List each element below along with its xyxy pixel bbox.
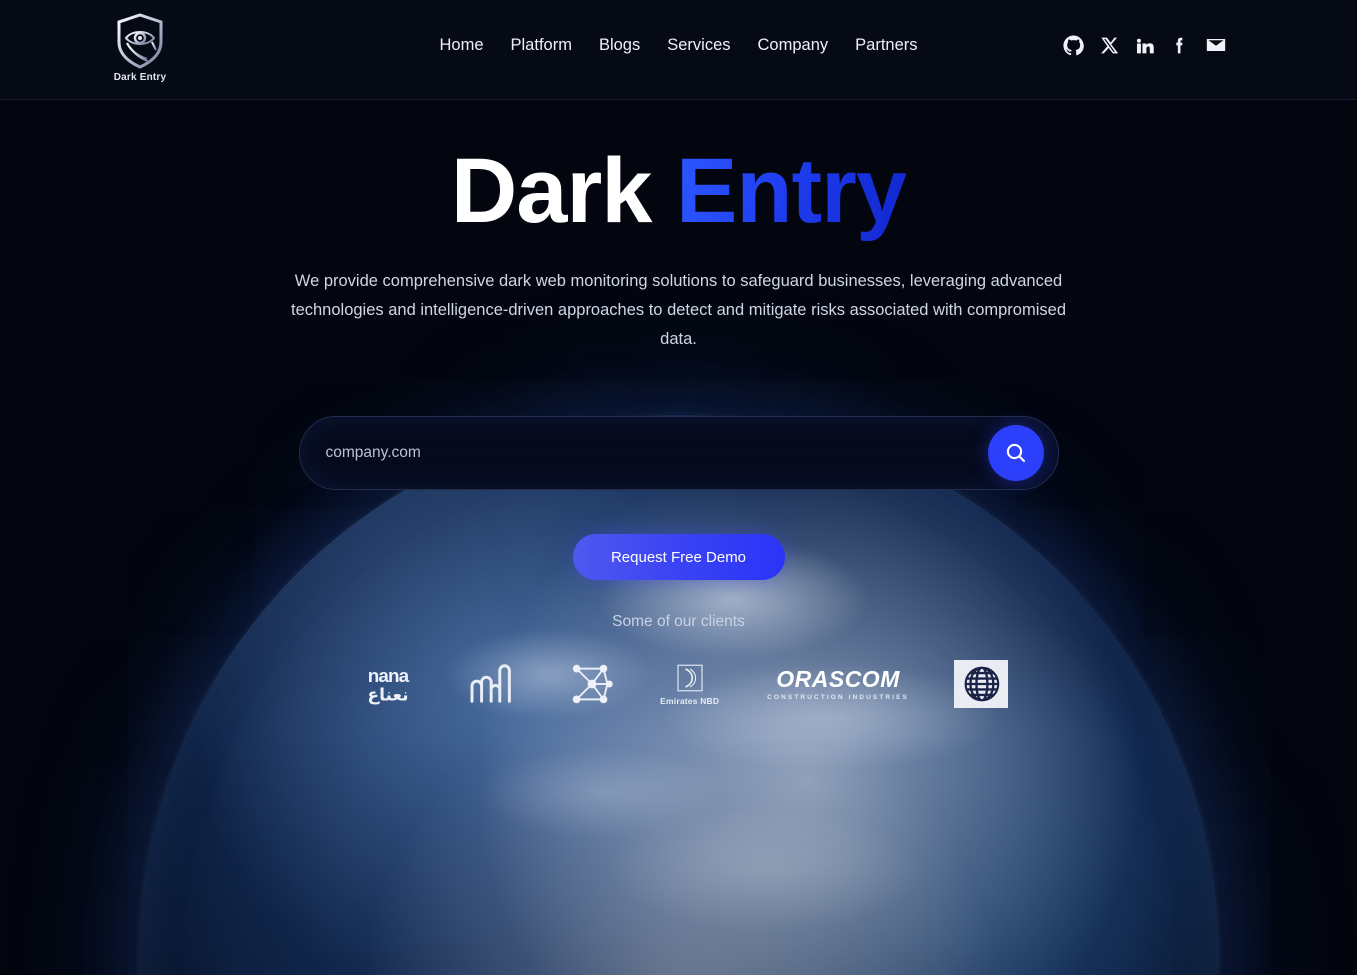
brand-name: Dark Entry xyxy=(113,72,167,83)
clients-label: Some of our clients xyxy=(612,613,745,631)
landing-page: Dark Entry Home Platform Blogs Services … xyxy=(0,0,1357,975)
search-icon xyxy=(1004,441,1028,465)
email-icon[interactable] xyxy=(1205,34,1227,56)
site-header: Dark Entry Home Platform Blogs Services … xyxy=(0,0,1357,100)
search-input[interactable] xyxy=(299,444,1058,463)
page-title-blue: Entry xyxy=(675,140,907,242)
search-button[interactable] xyxy=(987,425,1044,482)
nav-item-services[interactable]: Services xyxy=(667,36,730,55)
nav-item-blogs[interactable]: Blogs xyxy=(599,36,640,55)
page-title-white: Dark xyxy=(450,140,653,242)
domain-search-bar[interactable] xyxy=(298,416,1059,491)
hero-subtitle: We provide comprehensive dark web monito… xyxy=(290,272,1066,349)
client-logos: nana نعناع Emirates NBD ORASCOM CONSTRUC… xyxy=(349,653,1009,715)
nav-item-platform[interactable]: Platform xyxy=(511,36,572,55)
x-twitter-icon[interactable] xyxy=(1100,36,1119,55)
github-icon[interactable] xyxy=(1063,34,1084,56)
social-links xyxy=(1063,34,1227,56)
nav-item-company[interactable]: Company xyxy=(758,36,829,55)
orascom-wordmark: ORASCOM xyxy=(776,665,900,692)
client-logo-orascom: ORASCOM CONSTRUCTION INDUSTRIES xyxy=(758,654,918,714)
client-logo-wave-peaks xyxy=(463,654,527,714)
svg-text:nana: nana xyxy=(367,666,409,687)
svg-text:نعناع: نعناع xyxy=(367,686,408,706)
request-demo-button[interactable]: Request Free Demo xyxy=(572,534,785,581)
page-title: Dark Entry xyxy=(0,140,1357,242)
hero-section: Dark Entry We provide comprehensive dark… xyxy=(0,100,1357,715)
facebook-icon[interactable] xyxy=(1170,36,1189,55)
client-logo-nana: nana نعناع xyxy=(349,654,427,714)
linkedin-icon[interactable] xyxy=(1135,36,1154,55)
nav-item-partners[interactable]: Partners xyxy=(855,36,917,55)
client-logo-globe-grid xyxy=(954,660,1009,709)
client-logo-emirates-nbd-label: Emirates NBD xyxy=(660,695,720,706)
nav-item-home[interactable]: Home xyxy=(440,36,484,55)
client-logo-network-node xyxy=(563,654,621,714)
client-logo-emirates-nbd: Emirates NBD xyxy=(658,654,722,714)
orascom-tagline: CONSTRUCTION INDUSTRIES xyxy=(767,693,909,701)
